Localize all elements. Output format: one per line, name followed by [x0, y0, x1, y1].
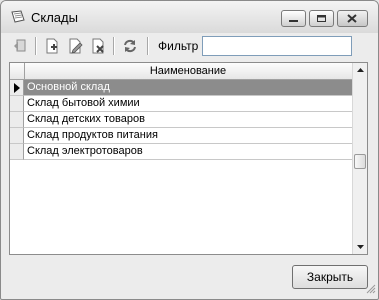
- resize-grip-icon[interactable]: [366, 284, 376, 297]
- window-title: Склады: [31, 10, 78, 25]
- scrollbar-thumb[interactable]: [354, 154, 366, 169]
- table-row[interactable]: Склад бытовой химии: [10, 96, 352, 112]
- maximize-button[interactable]: [309, 10, 334, 27]
- table-cell-name[interactable]: Основной склад: [24, 80, 352, 96]
- row-indicator: [10, 128, 24, 144]
- close-icon: [347, 14, 357, 23]
- toolbar-separator: [113, 37, 115, 55]
- row-indicator: [10, 112, 24, 128]
- table-cell-name[interactable]: Склад продуктов питания: [24, 128, 352, 144]
- table-row[interactable]: Склад электротоваров: [10, 144, 352, 160]
- row-indicator-header: [10, 63, 25, 79]
- table-row[interactable]: Основной склад: [10, 80, 352, 96]
- title-bar[interactable]: Склады: [1, 1, 378, 33]
- filter-input[interactable]: [202, 36, 352, 56]
- toolbar-separator: [147, 37, 149, 55]
- row-indicator: [10, 80, 24, 96]
- document-icon: [10, 10, 26, 24]
- back-icon[interactable]: [11, 37, 29, 55]
- refresh-icon[interactable]: [121, 37, 139, 55]
- scroll-up-icon[interactable]: [353, 63, 368, 78]
- minimize-icon: [289, 20, 298, 22]
- table-row[interactable]: Склад детских товаров: [10, 112, 352, 128]
- warehouse-table: Наименование Основной склад Склад бытово…: [9, 62, 368, 255]
- table-row[interactable]: Склад продуктов питания: [10, 128, 352, 144]
- warehouses-window: Склады Фильтр Наименование Основной скла…: [0, 0, 379, 300]
- scroll-down-icon[interactable]: [353, 239, 368, 254]
- current-row-arrow-icon: [14, 83, 20, 93]
- add-icon[interactable]: [43, 37, 61, 55]
- edit-icon[interactable]: [66, 37, 84, 55]
- delete-icon[interactable]: [89, 37, 107, 55]
- table-cell-name[interactable]: Склад детских товаров: [24, 112, 352, 128]
- maximize-icon: [317, 15, 326, 22]
- close-button[interactable]: Закрыть: [292, 265, 368, 289]
- minimize-button[interactable]: [281, 10, 306, 27]
- toolbar-separator: [35, 37, 37, 55]
- close-window-button[interactable]: [337, 10, 368, 27]
- row-indicator: [10, 144, 24, 160]
- table-header: Наименование: [10, 63, 352, 80]
- table-cell-name[interactable]: Склад бытовой химии: [24, 96, 352, 112]
- filter-label: Фильтр: [158, 39, 199, 53]
- table-cell-name[interactable]: Склад электротоваров: [24, 144, 352, 160]
- vertical-scrollbar[interactable]: [352, 63, 367, 254]
- column-header-name[interactable]: Наименование: [24, 63, 352, 79]
- row-indicator: [10, 96, 24, 112]
- toolbar: Фильтр: [5, 34, 374, 58]
